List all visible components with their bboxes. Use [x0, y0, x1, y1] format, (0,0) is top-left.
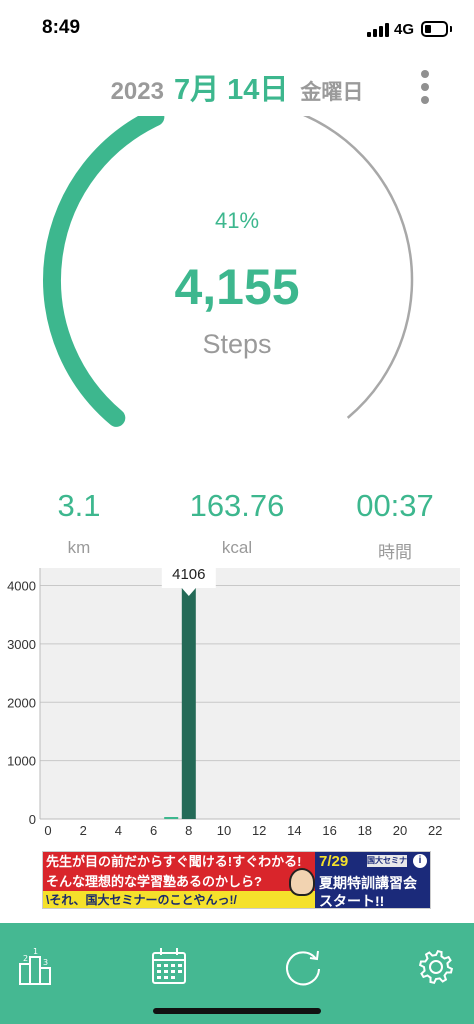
- tab-calendar[interactable]: [139, 937, 199, 997]
- tab-settings[interactable]: [406, 937, 466, 997]
- home-indicator[interactable]: [153, 1008, 321, 1014]
- ad-badge: 国大セミナー: [367, 855, 407, 877]
- distance-value: 3.1: [57, 488, 101, 523]
- cellular-signal-icon: [367, 23, 389, 37]
- progress-percent: 41%: [214, 208, 260, 233]
- settings-gear-icon: [418, 949, 454, 985]
- ad-banner[interactable]: 先生が目の前だからすぐ聞ける!すぐわかる! そんな理想的な学習塾あるのかしら? …: [42, 851, 431, 909]
- x-tick-label: 12: [252, 823, 266, 838]
- refresh-icon: [286, 950, 320, 986]
- y-tick-label: 3000: [7, 637, 36, 652]
- ad-date: 7/29: [319, 853, 349, 870]
- bar-hour-7: [164, 817, 179, 819]
- calories-value: 163.76: [189, 488, 285, 523]
- tab-ranking[interactable]: 213: [6, 937, 66, 997]
- ad-line-3: \それ、国大セミナーのことやんっ!/: [43, 891, 315, 908]
- status-bar: 8:49 4G: [0, 0, 474, 56]
- duration-stat: 00:37 時間: [316, 488, 474, 563]
- chart-svg: 0 1000 2000 3000 4000 0 2 4 6 8 10 12 14 16 18 20 22 4106: [7, 560, 460, 838]
- app-screen: 8:49 4G 2023 7月 14日 金曜日 41% 4,155 Steps 3.…: [0, 0, 474, 1024]
- ad-title: 夏期特訓講習会: [319, 875, 417, 891]
- ad-info-icon[interactable]: i: [413, 854, 427, 868]
- hourly-steps-chart[interactable]: 0 1000 2000 3000 4000 0 2 4 6 8 10 12 14 16 18 20 22 4106: [0, 560, 474, 850]
- svg-text:3: 3: [43, 958, 48, 967]
- ad-subtitle: スタート!!: [319, 893, 385, 909]
- duration-value: 00:37: [356, 488, 434, 523]
- ad-line-2: そんな理想的な学習塾あるのかしら?: [43, 872, 315, 891]
- x-tick-label: 10: [217, 823, 231, 838]
- calories-unit: kcal: [221, 538, 253, 557]
- tab-refresh[interactable]: [273, 937, 333, 997]
- x-tick-label: 16: [322, 823, 336, 838]
- x-tick-label: 8: [185, 823, 192, 838]
- x-tick-label: 6: [150, 823, 157, 838]
- svg-text:1: 1: [33, 947, 38, 956]
- distance-stat: 3.1 km: [0, 488, 158, 558]
- x-tick-label: 4: [115, 823, 122, 838]
- x-tick-label: 2: [80, 823, 87, 838]
- svg-text:2: 2: [23, 954, 28, 963]
- more-menu-icon[interactable]: [418, 70, 432, 104]
- chart-plot-area: [40, 568, 460, 819]
- y-tick-label: 4000: [7, 579, 36, 594]
- x-tick-label: 18: [358, 823, 372, 838]
- x-tick-label: 0: [44, 823, 51, 838]
- ad-right-panel: 7/29 国大セミナー i 夏期特訓講習会 スタート!!: [315, 852, 430, 909]
- x-tick-label: 14: [287, 823, 301, 838]
- date-header[interactable]: 2023 7月 14日 金曜日: [0, 66, 474, 110]
- date-weekday: 金曜日: [300, 81, 364, 104]
- calendar-icon: [152, 948, 186, 984]
- y-tick-label: 2000: [7, 695, 36, 710]
- battery-cap: [450, 26, 452, 32]
- ad-character-illustration: [289, 868, 315, 896]
- distance-unit: km: [67, 538, 91, 557]
- bar-hour-8: [181, 579, 196, 819]
- step-count: 4,155: [174, 259, 300, 315]
- calories-stat: 163.76 kcal: [158, 488, 316, 558]
- network-type: 4G: [394, 21, 415, 38]
- status-time: 8:49: [42, 17, 81, 38]
- date-year: 2023: [110, 78, 164, 105]
- ranking-podium-icon: 213: [19, 947, 51, 985]
- ad-left-panel: 先生が目の前だからすぐ聞ける!すぐわかる! そんな理想的な学習塾あるのかしら? …: [43, 852, 315, 908]
- date-month-day: 7月 14日: [173, 74, 289, 106]
- date-text: 2023 7月 14日 金曜日: [0, 66, 474, 108]
- steps-unit-label: Steps: [202, 329, 272, 359]
- tooltip-label: 4106: [172, 566, 205, 583]
- y-tick-label: 1000: [7, 754, 36, 769]
- ad-line-1: 先生が目の前だからすぐ聞ける!すぐわかる!: [43, 852, 315, 872]
- battery-icon: [421, 21, 448, 37]
- x-tick-label: 22: [428, 823, 442, 838]
- y-tick-label: 0: [29, 812, 36, 827]
- x-tick-label: 20: [393, 823, 407, 838]
